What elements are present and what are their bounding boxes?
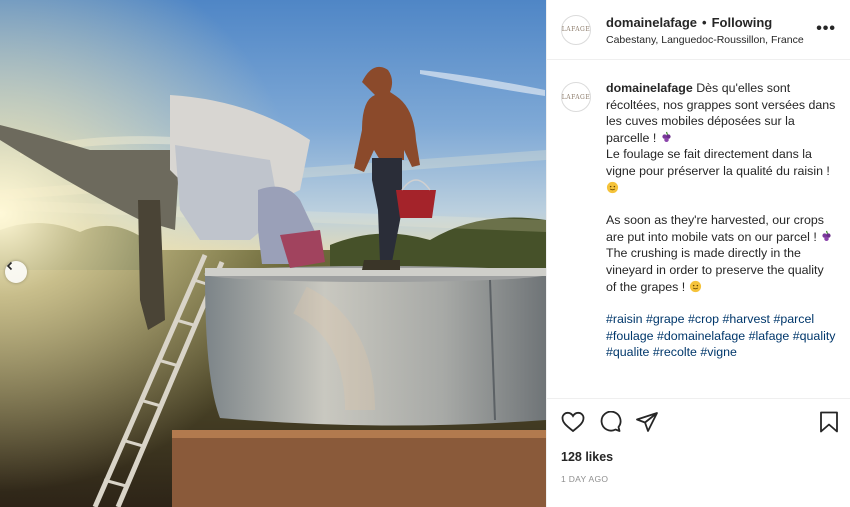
- post-sidebar: LAFAGE domainelafage • Following Cabestany…: [546, 0, 850, 507]
- post-photo[interactable]: [0, 0, 546, 507]
- smiling-face-icon: [689, 280, 701, 292]
- header-username[interactable]: domainelafage: [606, 15, 697, 30]
- caption-block: LAFAGE domainelafage Dès qu'elles sont r…: [547, 60, 850, 398]
- caption-fr-1: domainelafage Dès qu'elles sont récoltée…: [606, 80, 836, 146]
- caption-en-line2: The crushing is made directly in the vin…: [606, 246, 828, 294]
- caption-en-1: As soon as they're harvested, our crops …: [606, 212, 836, 245]
- hashtag-link[interactable]: #grape: [646, 312, 685, 326]
- hashtag-link[interactable]: #vigne: [700, 345, 737, 359]
- hashtag-link[interactable]: #domainelafage: [657, 329, 745, 343]
- hashtag-link[interactable]: #raisin: [606, 312, 643, 326]
- bookmark-icon[interactable]: [819, 411, 839, 433]
- caption-en-line1: As soon as they're harvested, our crops …: [606, 213, 828, 244]
- action-bar: [547, 398, 850, 448]
- avatar[interactable]: LAFAGE: [561, 14, 591, 45]
- hashtag-list: #raisin #grape #crop #harvest #parcel #f…: [606, 311, 836, 361]
- hashtag-link[interactable]: #quality: [793, 329, 836, 343]
- heart-icon[interactable]: [561, 411, 585, 433]
- grapes-icon: [822, 230, 831, 241]
- more-options-icon[interactable]: •••: [816, 20, 836, 38]
- avatar-logo-text: LAFAGE: [561, 26, 591, 33]
- caption-fr-line2: Le foulage se fait directement dans la v…: [606, 147, 834, 178]
- post-header: LAFAGE domainelafage • Following Cabestany…: [547, 0, 850, 60]
- caption-avatar-logo-text: LAFAGE: [561, 93, 591, 101]
- comment-icon[interactable]: [598, 411, 622, 433]
- caption-fr-2: Le foulage se fait directement dans la v…: [606, 146, 836, 196]
- photo-scene: [0, 0, 546, 507]
- caption-username[interactable]: domainelafage: [606, 81, 693, 95]
- hashtag-link[interactable]: #lafage: [749, 329, 790, 343]
- likes-count[interactable]: 128 likes: [561, 450, 613, 464]
- header-separator: •: [702, 14, 707, 30]
- hashtag-link[interactable]: #foulage: [606, 329, 654, 343]
- smiling-face-icon: [606, 181, 619, 193]
- grapes-icon: [662, 131, 671, 142]
- caption-text: domainelafage Dès qu'elles sont récoltée…: [606, 80, 836, 398]
- hashtag-link[interactable]: #qualite: [606, 345, 649, 359]
- caption-en-2: The crushing is made directly in the vin…: [606, 245, 836, 295]
- hashtag-link[interactable]: #recolte: [653, 345, 697, 359]
- caption-spacer: [606, 295, 836, 311]
- hashtag-link[interactable]: #parcel: [773, 312, 814, 326]
- hashtag-link[interactable]: #harvest: [722, 312, 770, 326]
- header-info: domainelafage • Following Cabestany, Langu…: [606, 14, 804, 46]
- following-button[interactable]: Following: [712, 15, 773, 30]
- location-link[interactable]: Cabestany, Languedoc-Roussillon, France: [606, 34, 804, 46]
- hashtag-link[interactable]: #crop: [688, 312, 719, 326]
- share-icon[interactable]: [635, 411, 659, 433]
- caption-spacer: [606, 196, 836, 212]
- carousel-prev-button[interactable]: [5, 261, 27, 283]
- header-row: domainelafage • Following: [606, 14, 804, 32]
- post-timestamp[interactable]: 1 DAY AGO: [561, 474, 608, 484]
- chevron-left-icon: [6, 261, 13, 271]
- caption-avatar[interactable]: LAFAGE: [561, 82, 591, 112]
